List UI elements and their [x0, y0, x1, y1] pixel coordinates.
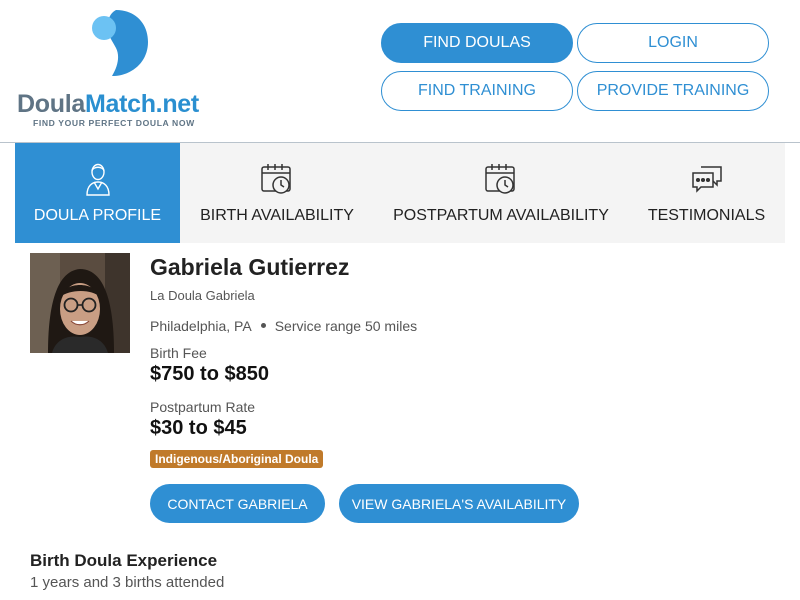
experience-title: Birth Doula Experience: [30, 551, 218, 570]
contact-button[interactable]: CONTACT GABRIELA: [150, 484, 325, 523]
view-availability-button[interactable]: VIEW GABRIELA'S AVAILABILITY: [339, 484, 579, 523]
login-button[interactable]: LOGIN: [577, 23, 769, 63]
logo-word-2: Match.net: [84, 90, 199, 118]
portrait-image: [30, 253, 130, 353]
calendar-clock-icon: [485, 164, 515, 194]
service-range: Service range 50 miles: [274, 318, 418, 334]
location-row: Philadelphia, PA Service range 50 miles: [150, 318, 417, 334]
doula-name: Gabriela Gutierrez: [150, 254, 350, 280]
tab-label: DOULA PROFILE: [33, 207, 162, 224]
experience-text: 1 years and 3 births attended: [30, 574, 225, 591]
indigenous-doula-badge: Indigenous/Aboriginal Doula: [150, 450, 324, 468]
find-doulas-button[interactable]: FIND DOULAS: [381, 23, 573, 63]
logo-wordmark: DoulaMatch.net: [17, 90, 199, 119]
calendar-clock-icon: [261, 164, 291, 194]
business-name: La Doula Gabriela: [150, 288, 255, 303]
site-header: DoulaMatch.net FIND YOUR PERFECT DOULA N…: [0, 0, 800, 143]
chat-bubbles-icon: [691, 166, 722, 193]
profile-tabs: DOULA PROFILE BIRTH AVAILABILITY POSTPAR…: [15, 143, 785, 243]
postpartum-rate-label: Postpartum Rate: [150, 399, 256, 415]
doula-person-icon: [85, 163, 110, 196]
logo-word-1: Doula: [17, 90, 85, 118]
provide-training-button[interactable]: PROVIDE TRAINING: [577, 71, 769, 111]
tab-postpartum-availability[interactable]: POSTPARTUM AVAILABILITY: [374, 143, 628, 243]
separator-dot: [260, 322, 266, 328]
tab-doula-profile[interactable]: DOULA PROFILE: [15, 143, 180, 243]
postpartum-rate-value: $30 to $45: [150, 417, 247, 439]
tab-label: BIRTH AVAILABILITY: [200, 207, 354, 224]
site-logo[interactable]: DoulaMatch.net FIND YOUR PERFECT DOULA N…: [15, 10, 220, 132]
find-training-button[interactable]: FIND TRAINING: [381, 71, 573, 111]
tab-birth-availability[interactable]: BIRTH AVAILABILITY: [180, 143, 374, 243]
tab-label: TESTIMONIALS: [647, 207, 766, 224]
logo-tagline: FIND YOUR PERFECT DOULA NOW: [33, 118, 195, 128]
location: Philadelphia, PA: [150, 318, 252, 334]
birth-fee-value: $750 to $850: [150, 363, 269, 385]
logo-mark-icon: [92, 10, 148, 76]
tab-testimonials[interactable]: TESTIMONIALS: [628, 143, 785, 243]
profile-photo: [30, 253, 130, 353]
tab-label: POSTPARTUM AVAILABILITY: [393, 207, 609, 224]
birth-fee-label: Birth Fee: [150, 345, 207, 361]
